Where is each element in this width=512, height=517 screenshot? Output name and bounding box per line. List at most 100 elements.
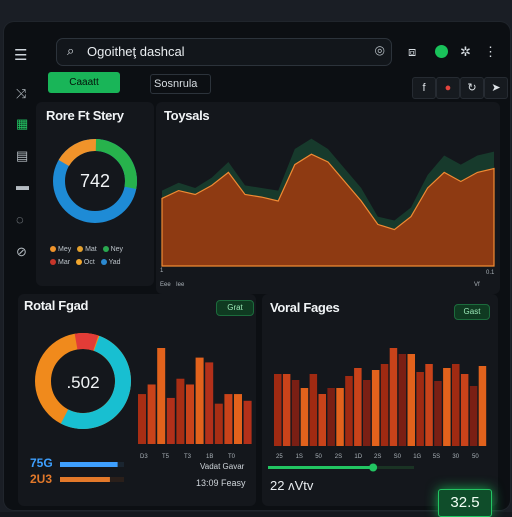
tick-label: 1B	[206, 454, 213, 460]
tick-label: 50	[472, 454, 479, 460]
filter-pill[interactable]: Gast	[454, 304, 490, 320]
card-title: Rore Ft Stery	[46, 108, 124, 123]
search-input[interactable]: Ogoitheţ dashcal	[87, 44, 185, 59]
bar	[309, 374, 318, 446]
document-icon[interactable]: ▤	[16, 148, 28, 164]
gear-icon[interactable]: ✲	[460, 44, 471, 60]
bar	[157, 348, 166, 444]
search-bar[interactable]: ⌕ Ogoitheţ dashcal ◎	[56, 38, 392, 66]
stat-bar	[60, 462, 124, 467]
donut-chart: 742	[53, 139, 137, 223]
bar	[138, 394, 146, 444]
bar	[363, 380, 371, 446]
square-icon[interactable]: ⧈	[408, 44, 416, 60]
secondary-search[interactable]: Sosnrula	[150, 74, 211, 94]
tick-label: 50	[315, 454, 322, 460]
bar-card-left: Rotal Fgad Grat .502 D3 T5 T3 1B T0	[18, 294, 256, 506]
tick-label: T0	[228, 454, 236, 460]
bar	[224, 394, 233, 444]
donut-center-value: .502	[66, 373, 99, 392]
bar	[469, 386, 478, 446]
bar	[318, 394, 326, 446]
app-window: ☰ ⌕ Ogoitheţ dashcal ◎ ⧈ ✲ ⋮ ⤨ ▦ ▤ ▬ ◌ ⊘…	[4, 22, 510, 517]
tick-label: 30	[452, 454, 459, 460]
bar	[389, 348, 398, 446]
tick-label: 1S	[296, 454, 303, 460]
tick-label: Vf	[474, 282, 480, 288]
legend-item: Mat	[85, 246, 97, 253]
card-title: Rotal Fgad	[24, 298, 89, 313]
donut-chart: .502	[35, 333, 131, 429]
slider-handle	[369, 463, 378, 472]
toolbar-button[interactable]: ●	[436, 77, 460, 99]
search-submit-icon[interactable]: ◎	[375, 43, 385, 57]
bar	[478, 366, 487, 446]
bar	[300, 388, 309, 446]
settings-icon[interactable]: ⊘	[16, 244, 27, 260]
bar	[243, 400, 252, 444]
card-title: Voral Fages	[270, 300, 340, 315]
bar	[407, 354, 415, 446]
bar-chart: D3 T5 T3 1B T0	[138, 348, 252, 460]
tick-label: Iee	[176, 282, 185, 288]
tick-label: 2S	[374, 454, 381, 460]
toolbar-button[interactable]: f	[412, 77, 436, 99]
slider[interactable]	[268, 463, 418, 473]
tick-label: 1G	[413, 454, 421, 460]
donut-card: Rore Ft Stery 742 Mey Mat Ney Mar Oct Ya…	[36, 102, 154, 286]
bar	[214, 403, 223, 444]
bar	[186, 384, 194, 444]
tick-label: 5S	[433, 454, 440, 460]
stat-value: 75G	[30, 456, 53, 470]
share-icon[interactable]: ⤨	[16, 86, 26, 102]
legend-item: Ney	[110, 246, 124, 253]
more-icon[interactable]: ⋮	[484, 44, 497, 60]
power-icon[interactable]: ◌	[16, 212, 24, 227]
legend-item: Oct	[83, 259, 95, 266]
toolbar-button[interactable]: ➤	[484, 77, 508, 99]
legend-item: Mar	[58, 259, 71, 266]
legend-row: Mey Mat Ney	[50, 246, 123, 253]
status-dot[interactable]	[435, 45, 448, 58]
toolbar-button[interactable]: ↻	[460, 77, 484, 99]
bar	[425, 364, 433, 446]
bar	[147, 384, 156, 444]
bar	[274, 374, 282, 446]
bar	[336, 388, 344, 446]
footer-label: Vadat Gavar	[200, 462, 245, 471]
bar	[327, 388, 335, 446]
footer-value: 13:09 Feasy	[196, 478, 246, 488]
bar	[205, 362, 214, 444]
search-icon: ⌕	[67, 43, 75, 58]
tick-label: Eee	[160, 282, 171, 288]
grid-icon[interactable]: ▦	[16, 116, 28, 132]
create-button[interactable]: Caaatt	[48, 72, 120, 93]
footer-value: 22 ʌVtv	[270, 478, 314, 493]
tick-label: T5	[162, 454, 170, 460]
area-chart: 1 Eee Iee 0.1 Vf	[160, 138, 495, 288]
kpi-box: 32.5	[438, 489, 492, 517]
menu-icon[interactable]: ☰	[14, 46, 27, 64]
bar	[166, 397, 175, 444]
bar	[460, 374, 469, 446]
bar	[416, 372, 424, 446]
tick-label: T3	[184, 454, 192, 460]
bar-card-right: Voral Fages Gast 25 1S 50 2S 1D 2S S0 1G 5S 30 50	[262, 294, 498, 506]
tick-label: 1	[160, 268, 164, 274]
legend-row: Mar Oct Yad	[50, 259, 121, 266]
legend-item: Mey	[58, 246, 72, 253]
tick-label: 2S	[335, 454, 342, 460]
bar	[345, 376, 353, 446]
folder-icon[interactable]: ▬	[16, 178, 29, 193]
bar	[176, 378, 185, 444]
bar	[443, 368, 451, 446]
tick-label: 25	[276, 454, 283, 460]
card-title: Toysals	[164, 108, 210, 123]
legend-item: Yad	[108, 259, 121, 266]
donut-center-value: 742	[80, 171, 110, 191]
bar	[452, 364, 460, 446]
bar	[282, 374, 291, 446]
bar	[434, 381, 442, 446]
filter-pill[interactable]: Grat	[216, 300, 254, 316]
tick-label: D3	[140, 454, 148, 460]
